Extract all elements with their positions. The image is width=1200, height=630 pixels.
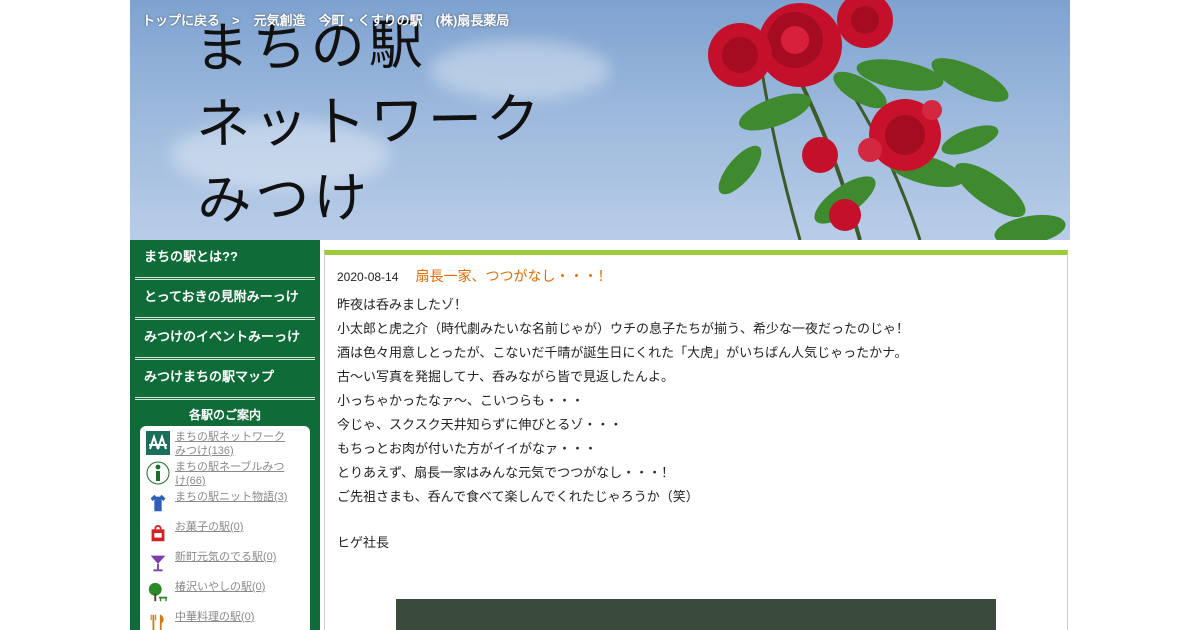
station-item: 新町元気のでる駅(0) [145, 550, 310, 580]
tree-bench-icon [145, 580, 171, 606]
header-banner: まちの駅 ネットワーク みつけ トップに戻る > 元気創造 今町・くすりの駅 (株)… [130, 0, 1070, 240]
post-line: 古～い写真を発掘してナ、呑みながら皆で見返したんよ。 [337, 370, 674, 385]
shirt-icon [145, 490, 171, 516]
rose-photo [708, 0, 1066, 240]
nav-item-sights[interactable]: とっておきの見附みーっけ [135, 280, 315, 320]
breadcrumb-home-link[interactable]: トップに戻る [142, 13, 220, 28]
post-header: 2020-08-14 扇長一家、つつがなし・・・！ [325, 255, 1067, 286]
site-title-line2: ネットワーク [195, 86, 545, 157]
station-item: まちの駅ネーブルみつけ(66) [145, 460, 310, 490]
station-link-navel-mitsuke[interactable]: まちの駅ネーブルみつけ(66) [175, 460, 295, 488]
post-date: 2020-08-14 [337, 270, 399, 284]
station-link-network-mitsuke[interactable]: まちの駅ネットワークみつけ(136) [175, 430, 295, 458]
station-list: まちの駅ネットワークみつけ(136) まちの駅ネーブルみつけ(66) まちの駅ニ… [140, 426, 310, 630]
station-item: お菓子の駅(0) [145, 520, 310, 550]
post-line: ご先祖さまも、呑んで食べて楽しんでくれたじゃろうか（笑） [337, 490, 699, 505]
site-title-line3: みつけ [196, 165, 372, 233]
nav-item-about[interactable]: まちの駅とは?? [135, 240, 315, 280]
station-item: まちの駅ニット物語(3) [145, 490, 310, 520]
post-line: 小っちゃかったなァ～、こいつらも・・・ [337, 394, 585, 409]
station-item: まちの駅ネットワークみつけ(136) [145, 430, 310, 460]
station-link-knit-story[interactable]: まちの駅ニット物語(3) [175, 490, 295, 504]
main-content: 2020-08-14 扇長一家、つつがなし・・・！ 昨夜は呑みましたゾ！ 小太郎… [324, 250, 1068, 630]
nav-item-events[interactable]: みつけのイベントみーっけ [135, 320, 315, 360]
breadcrumb-separator: > [232, 13, 240, 28]
post-blank-line [337, 510, 1067, 532]
nav-item-map[interactable]: みつけまちの駅マップ [135, 360, 315, 400]
stations-heading: 各駅のご案内 [188, 408, 261, 422]
post-line: 小太郎と虎之介（時代劇みたいな名前じゃが）ウチの息子たちが揃う、希少な一夜だった… [337, 322, 910, 337]
site-title: まちの駅 ネットワーク みつけ [194, 5, 546, 239]
fork-knife-icon [145, 610, 171, 630]
station-link-chinese-food[interactable]: 中華料理の駅(0) [175, 610, 295, 624]
post-line: 昨夜は呑みましたゾ！ [337, 298, 468, 313]
info-icon [145, 460, 171, 486]
sweets-bag-icon [145, 520, 171, 546]
cocktail-glass-icon [145, 550, 171, 576]
station-link-shinmachi[interactable]: 新町元気のでる駅(0) [175, 550, 295, 564]
station-item: 椿沢いやしの駅(0) [145, 580, 310, 610]
post-line: 酒は色々用意しとったが、こないだ千晴が誕生日にくれた「大虎」がいちばん人気じゃっ… [337, 346, 908, 361]
station-link-tsubakizawa[interactable]: 椿沢いやしの駅(0) [175, 580, 295, 594]
post-title[interactable]: 扇長一家、つつがなし・・・！ [415, 269, 611, 285]
post-body: 昨夜は呑みましたゾ！ 小太郎と虎之介（時代劇みたいな名前じゃが）ウチの息子たちが… [325, 286, 1067, 556]
breadcrumb: トップに戻る > 元気創造 今町・くすりの駅 (株)扇長薬局 [142, 10, 509, 29]
post-signature: ヒゲ社長 [337, 536, 390, 551]
post-line: とりあえず、扇長一家はみんな元気でつつがなし・・・！ [337, 466, 675, 481]
post-line: もちっとお肉が付いた方がイイがなァ・・・ [337, 442, 598, 457]
post-line: 今じゃ、スクスク天井知らずに伸びとるゾ・・・ [337, 418, 623, 433]
station-item: 中華料理の駅(0) [145, 610, 310, 630]
breadcrumb-current: 元気創造 今町・くすりの駅 (株)扇長薬局 [253, 13, 510, 28]
station-link-sweets[interactable]: お菓子の駅(0) [175, 520, 295, 534]
post-photo [396, 599, 996, 630]
network-logo-icon [145, 430, 171, 456]
sidebar: まちの駅とは?? とっておきの見附みーっけ みつけのイベントみーっけ みつけまち… [130, 240, 320, 630]
